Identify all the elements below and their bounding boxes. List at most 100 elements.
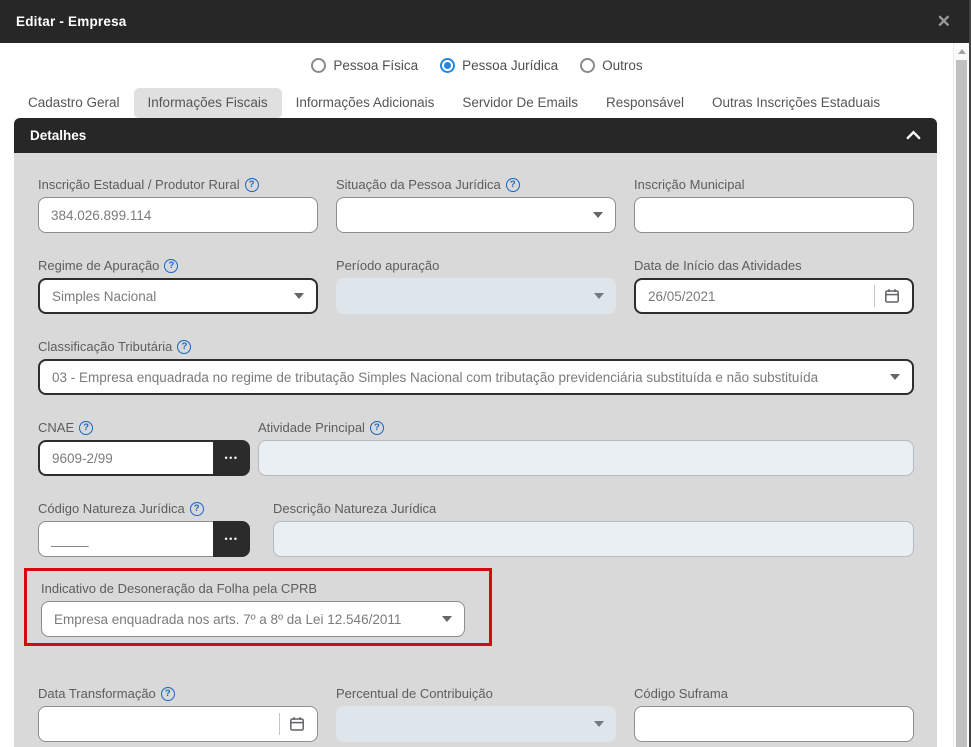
field-inscricao-municipal: Inscrição Municipal <box>634 177 914 233</box>
tab-servidor-de-emails[interactable]: Servidor De Emails <box>448 88 592 118</box>
field-label: Situação da Pessoa Jurídica <box>336 177 501 192</box>
info-icon[interactable]: ? <box>160 687 175 701</box>
info-icon[interactable]: ? <box>369 421 384 435</box>
modal-header: Editar - Empresa ✕ <box>0 0 971 43</box>
highlight-annotation-box: Indicativo de Desoneração da Folha pela … <box>24 568 492 646</box>
field-label: Descrição Natureza Jurídica <box>273 501 437 516</box>
chevron-down-icon <box>442 616 452 622</box>
tab-outras-inscricoes-estaduais[interactable]: Outras Inscrições Estaduais <box>698 88 894 118</box>
vertical-scrollbar[interactable] <box>953 43 969 747</box>
detalhes-body: Inscrição Estadual / Produtor Rural ? Si… <box>14 153 937 747</box>
info-icon[interactable]: ? <box>189 502 204 516</box>
codigo-natureza-juridica-input[interactable] <box>51 531 201 547</box>
field-periodo-apuracao: Período apuração <box>336 258 616 314</box>
info-icon[interactable]: ? <box>177 340 192 354</box>
section-title: Detalhes <box>30 128 87 143</box>
tab-responsavel[interactable]: Responsável <box>592 88 698 118</box>
radio-label: Pessoa Jurídica <box>462 57 559 73</box>
cnae-input[interactable] <box>52 450 201 466</box>
radio-checked-icon <box>440 57 456 73</box>
radio-unchecked-icon <box>311 57 327 73</box>
form-row: Código Natureza Jurídica ? ••• Descrição… <box>38 501 937 557</box>
tab-cadastro-geral[interactable]: Cadastro Geral <box>14 88 134 118</box>
field-descricao-natureza-juridica: Descrição Natureza Jurídica <box>273 501 914 557</box>
situacao-pessoa-juridica-select[interactable] <box>336 197 616 233</box>
field-codigo-natureza-juridica: Código Natureza Jurídica ? ••• <box>38 501 250 557</box>
select-value: Simples Nacional <box>52 288 157 304</box>
info-icon[interactable]: ? <box>244 178 259 192</box>
form-row: Data Transformação ? Percentual de Contr… <box>38 686 937 742</box>
field-label: Percentual de Contribuição <box>336 686 493 701</box>
chevron-down-icon <box>594 721 604 727</box>
field-atividade-principal: Atividade Principal ? <box>258 420 914 476</box>
modal-title: Editar - Empresa <box>16 14 127 29</box>
radio-pessoa-fisica[interactable]: Pessoa Física <box>311 57 419 73</box>
radio-label: Pessoa Física <box>333 57 419 73</box>
cnae-lookup-button[interactable]: ••• <box>213 440 250 476</box>
collapse-section-button[interactable] <box>906 127 921 145</box>
scrollbar-thumb[interactable] <box>956 60 967 747</box>
indicativo-desoneracao-select[interactable]: Empresa enquadrada nos arts. 7º a 8º da … <box>41 601 465 637</box>
form-row: Inscrição Estadual / Produtor Rural ? Si… <box>38 177 937 233</box>
close-icon[interactable]: ✕ <box>937 13 951 30</box>
chevron-up-icon <box>906 127 921 145</box>
info-icon[interactable]: ? <box>505 178 520 192</box>
data-inicio-atividades-input[interactable] <box>648 288 870 304</box>
natureza-juridica-lookup-button[interactable]: ••• <box>213 521 250 557</box>
chevron-down-icon <box>594 293 604 299</box>
field-label: Inscrição Municipal <box>634 177 745 192</box>
select-value: Empresa enquadrada nos arts. 7º a 8º da … <box>54 611 402 627</box>
field-percentual-contribuicao: Percentual de Contribuição <box>336 686 616 742</box>
field-inscricao-estadual: Inscrição Estadual / Produtor Rural ? <box>38 177 318 233</box>
tab-bar: Cadastro Geral Informações Fiscais Infor… <box>14 87 971 118</box>
detalhes-header: Detalhes <box>14 118 937 153</box>
radio-pessoa-juridica[interactable]: Pessoa Jurídica <box>440 57 559 73</box>
detalhes-section: Detalhes Inscrição Estadual / Produtor R… <box>14 118 937 747</box>
calendar-icon[interactable] <box>884 288 900 304</box>
codigo-suframa-input[interactable] <box>647 716 901 732</box>
scroll-up-button[interactable] <box>954 43 969 59</box>
chevron-down-icon <box>294 293 304 299</box>
field-label: Classificação Tributária <box>38 339 173 354</box>
percentual-contribuicao-select <box>336 706 616 742</box>
radio-unchecked-icon <box>580 57 596 73</box>
periodo-apuracao-select <box>336 278 616 314</box>
select-value: 03 - Empresa enquadrada no regime de tri… <box>52 369 819 385</box>
calendar-icon[interactable] <box>289 716 305 732</box>
field-situacao-pessoa-juridica: Situação da Pessoa Jurídica ? <box>336 177 616 233</box>
inscricao-municipal-input[interactable] <box>647 207 901 223</box>
field-label: CNAE <box>38 420 75 435</box>
classificacao-tributaria-select[interactable]: 03 - Empresa enquadrada no regime de tri… <box>38 359 914 395</box>
field-regime-apuracao: Regime de Apuração ? Simples Nacional <box>38 258 318 314</box>
field-label: Inscrição Estadual / Produtor Rural <box>38 177 240 192</box>
form-row: Regime de Apuração ? Simples Nacional Pe… <box>38 258 937 314</box>
person-type-group: Pessoa Física Pessoa Jurídica Outros <box>0 43 971 87</box>
field-label: Data de Início das Atividades <box>634 258 802 273</box>
tab-informacoes-fiscais[interactable]: Informações Fiscais <box>133 87 282 118</box>
form-row: CNAE ? ••• Atividade Principal ? <box>38 420 937 476</box>
atividade-principal-input <box>271 450 901 466</box>
field-label: Período apuração <box>336 258 440 273</box>
info-icon[interactable]: ? <box>164 259 179 273</box>
radio-label: Outros <box>602 57 643 73</box>
field-codigo-suframa: Código Suframa <box>634 686 914 742</box>
radio-outros[interactable]: Outros <box>580 57 643 73</box>
info-icon[interactable]: ? <box>79 421 94 435</box>
field-cnae: CNAE ? ••• <box>38 420 250 476</box>
field-indicativo-desoneracao: Indicativo de Desoneração da Folha pela … <box>41 581 489 637</box>
inscricao-estadual-input[interactable] <box>51 207 305 223</box>
field-label: Código Suframa <box>634 686 728 701</box>
regime-apuracao-select[interactable]: Simples Nacional <box>38 278 318 314</box>
field-classificacao-tributaria: Classificação Tributária ? 03 - Empresa … <box>38 339 914 395</box>
field-label: Data Transformação <box>38 686 156 701</box>
field-label: Atividade Principal <box>258 420 365 435</box>
chevron-down-icon <box>593 212 603 218</box>
chevron-down-icon <box>890 374 900 380</box>
field-label: Indicativo de Desoneração da Folha pela … <box>41 581 318 596</box>
data-transformacao-input[interactable] <box>51 716 275 732</box>
tab-informacoes-adicionais[interactable]: Informações Adicionais <box>282 88 449 118</box>
descricao-natureza-juridica-input <box>286 531 901 547</box>
field-data-inicio-atividades: Data de Início das Atividades <box>634 258 914 314</box>
field-data-transformacao: Data Transformação ? <box>38 686 318 742</box>
triangle-up-icon <box>957 48 966 54</box>
